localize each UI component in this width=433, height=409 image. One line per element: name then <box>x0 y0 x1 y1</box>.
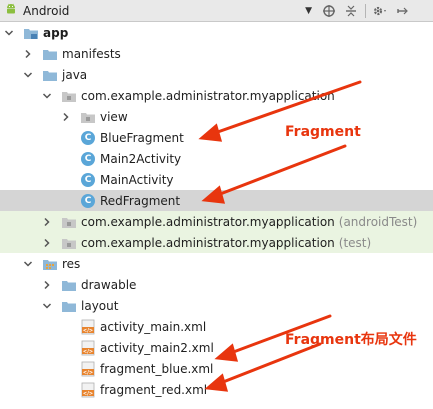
tree-row-label: com.example.administrator.myapplication <box>81 88 335 103</box>
fragment-annotation: Fragment <box>285 124 361 140</box>
toolbar-separator <box>365 3 366 18</box>
class-icon: C <box>80 130 96 146</box>
tree-row-com-example-administrator-myapplication-test[interactable]: com.example.administrator.myapplication(… <box>0 232 433 253</box>
view-selector-dropdown[interactable]: Android ▼ <box>0 0 318 22</box>
package-icon <box>80 109 96 125</box>
hide-icon[interactable] <box>391 0 413 22</box>
svg-text:</>: </> <box>83 328 93 334</box>
tree-row-label: res <box>62 256 81 271</box>
project-view-toolbar: Android ▼ <box>0 0 433 22</box>
tree-row-label: manifests <box>62 46 121 61</box>
tree-row-label: java <box>62 67 88 82</box>
tree-row-label: drawable <box>81 277 137 292</box>
chevron-right-icon[interactable] <box>42 217 52 227</box>
module-folder-icon <box>23 25 39 41</box>
tree-row-com-example-administrator-myapplication-androidtest[interactable]: com.example.administrator.myapplication(… <box>0 211 433 232</box>
chevron-down-icon[interactable] <box>23 259 33 269</box>
tree-row-fragment-red-xml[interactable]: </> fragment_red.xml <box>0 379 433 400</box>
chevron-right-icon[interactable] <box>61 112 71 122</box>
tree-row-label: BlueFragment <box>100 130 184 145</box>
tree-row-fragment-blue-xml[interactable]: </> fragment_blue.xml <box>0 358 433 379</box>
tree-row-redfragment[interactable]: C RedFragment <box>0 190 433 211</box>
svg-text:</>: </> <box>83 349 93 355</box>
android-icon <box>4 2 18 19</box>
class-icon: C <box>80 151 96 167</box>
xml-file-icon: </> <box>80 340 96 356</box>
class-icon: C <box>80 193 96 209</box>
fragment-layout-annotation: Fragment布局文件 <box>285 332 417 348</box>
package-icon <box>61 214 77 230</box>
folder-icon <box>61 298 77 314</box>
tree-row-label: fragment_red.xml <box>100 382 208 397</box>
package-icon <box>61 88 77 104</box>
collapse-icon[interactable] <box>340 0 362 22</box>
view-selector-label: Android <box>23 3 70 18</box>
tree-row-label: com.example.administrator.myapplication <box>81 214 335 229</box>
tree-row-label: RedFragment <box>100 193 181 208</box>
res-folder-icon <box>42 256 58 272</box>
folder-icon <box>42 46 58 62</box>
xml-file-icon: </> <box>80 361 96 377</box>
folder-icon <box>42 67 58 83</box>
xml-file-icon: </> <box>80 319 96 335</box>
tree-row-view[interactable]: view <box>0 106 433 127</box>
folder-icon <box>61 277 77 293</box>
tree-row-suffix: (androidTest) <box>338 214 418 229</box>
tree-row-label: fragment_blue.xml <box>100 361 214 376</box>
tree-row-bluefragment[interactable]: C BlueFragment <box>0 127 433 148</box>
tree-row-label: layout <box>81 298 119 313</box>
tree-row-mainactivity[interactable]: C MainActivity <box>0 169 433 190</box>
package-icon <box>61 235 77 251</box>
tree-row-label: activity_main2.xml <box>100 340 214 355</box>
tree-row-drawable[interactable]: drawable <box>0 274 433 295</box>
tree-row-label: MainActivity <box>100 172 174 187</box>
dropdown-arrow-icon: ▼ <box>305 5 312 16</box>
tree-row-res[interactable]: res <box>0 253 433 274</box>
tree-row-manifests[interactable]: manifests <box>0 43 433 64</box>
tree-row-label: app <box>43 25 69 40</box>
tree-row-layout[interactable]: layout <box>0 295 433 316</box>
class-icon: C <box>80 172 96 188</box>
chevron-right-icon[interactable] <box>23 49 33 59</box>
settings-icon[interactable] <box>369 0 391 22</box>
sync-icon[interactable] <box>318 0 340 22</box>
chevron-right-icon[interactable] <box>42 238 52 248</box>
chevron-down-icon[interactable] <box>42 301 52 311</box>
tree-row-label: view <box>100 109 128 124</box>
tree-row-java[interactable]: java <box>0 64 433 85</box>
tree-row-suffix: (test) <box>338 235 372 250</box>
tree-row-app[interactable]: app <box>0 22 433 43</box>
chevron-right-icon[interactable] <box>42 280 52 290</box>
tree-row-com-example-administrator-myapplication[interactable]: com.example.administrator.myapplication <box>0 85 433 106</box>
tree-row-label: activity_main.xml <box>100 319 207 334</box>
xml-file-icon: </> <box>80 382 96 398</box>
chevron-down-icon[interactable] <box>4 28 14 38</box>
svg-text:</>: </> <box>83 370 93 376</box>
tree-row-main2activity[interactable]: C Main2Activity <box>0 148 433 169</box>
tree-row-label: Main2Activity <box>100 151 182 166</box>
svg-text:</>: </> <box>83 391 93 397</box>
tree-row-label: com.example.administrator.myapplication <box>81 235 335 250</box>
chevron-down-icon[interactable] <box>23 70 33 80</box>
chevron-down-icon[interactable] <box>42 91 52 101</box>
